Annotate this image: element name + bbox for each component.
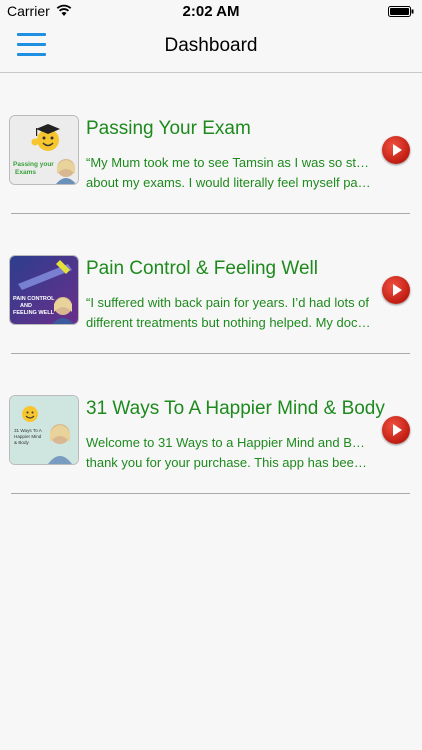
svg-text:FEELING WELL: FEELING WELL (13, 310, 55, 316)
happier-mind-thumbnail: 31 Ways To A Happier Mind & Body (9, 395, 79, 465)
svg-text:Exams: Exams (15, 169, 36, 176)
divider (11, 493, 410, 494)
item-title: Passing Your Exam (86, 118, 251, 139)
svg-text:& Body: & Body (14, 440, 30, 445)
item-title: Pain Control & Feeling Well (86, 258, 318, 279)
svg-text:Happier Mind: Happier Mind (14, 434, 42, 439)
divider (11, 353, 410, 354)
item-description: Welcome to 31 Ways to a Happier Mind and… (86, 435, 371, 470)
play-icon[interactable] (382, 276, 410, 304)
divider (11, 213, 410, 214)
svg-text:31 Ways To A: 31 Ways To A (14, 428, 43, 433)
page-title: Dashboard (164, 35, 258, 56)
status-bar: Carrier 2:02 AM (0, 0, 422, 22)
item-title: 31 Ways To A Happier Mind & Body (86, 398, 385, 419)
battery-icon (388, 6, 414, 17)
pain-control-thumbnail: PAIN CONTROL AND FEELING WELL (9, 255, 79, 325)
svg-text:PAIN CONTROL: PAIN CONTROL (13, 296, 55, 302)
list-item[interactable]: Passing your Exams Passing Your Exam “My… (0, 95, 422, 235)
item-description: “I suffered with back pain for years. I’… (86, 295, 371, 330)
clock: 2:02 AM (182, 3, 240, 20)
list-item[interactable]: PAIN CONTROL AND FEELING WELL Pain Contr… (0, 235, 422, 375)
play-icon[interactable] (382, 136, 410, 164)
session-list: Passing your Exams Passing Your Exam “My… (0, 95, 422, 515)
svg-text:Passing your: Passing your (13, 161, 54, 168)
item-description: “My Mum took me to see Tamsin as I was s… (86, 155, 371, 190)
navigation-bar: Dashboard (0, 22, 422, 73)
passing-exam-thumbnail: Passing your Exams (9, 115, 79, 185)
svg-text:AND: AND (20, 303, 32, 309)
play-icon[interactable] (382, 416, 410, 444)
list-item[interactable]: 31 Ways To A Happier Mind & Body 31 Ways… (0, 375, 422, 515)
